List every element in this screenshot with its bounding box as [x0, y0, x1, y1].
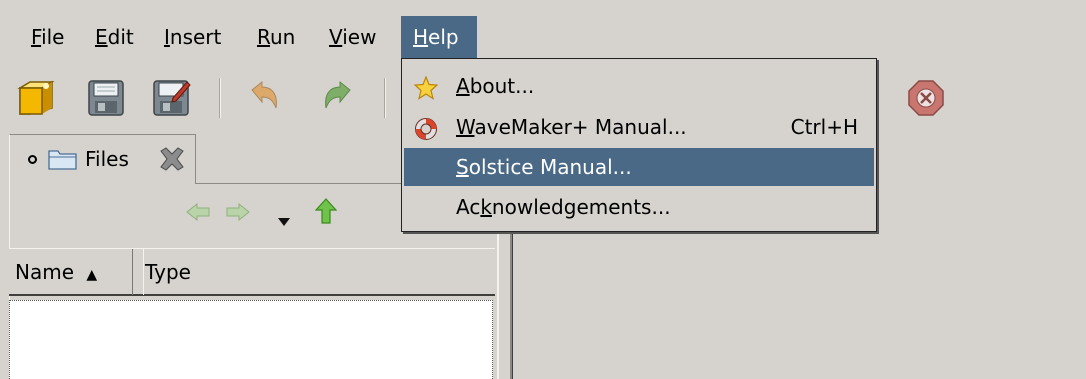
menu-file[interactable]: File	[19, 16, 76, 58]
stop-icon[interactable]	[906, 78, 946, 118]
menu-item-acknowledgements[interactable]: Acknowledgements...	[404, 188, 874, 226]
radio-dot-icon	[28, 155, 37, 164]
save-icon[interactable]	[86, 78, 126, 118]
solstice-text: olstice Manual...	[468, 155, 632, 179]
tab-files[interactable]: Files	[9, 134, 196, 184]
wavemaker-mnemonic: W	[456, 115, 475, 139]
menu-item-wavemaker-manual[interactable]: WaveMaker+ Manual... Ctrl+H	[404, 108, 874, 146]
star-icon	[413, 74, 439, 100]
sort-ascending-icon: ▲	[86, 267, 98, 283]
menu-run-mnemonic: R	[257, 25, 270, 49]
solstice-mnemonic: S	[456, 155, 469, 179]
close-tab-icon[interactable]	[158, 146, 186, 177]
menu-view-mnemonic: V	[329, 25, 343, 49]
dropdown-arrow-icon[interactable]	[277, 208, 291, 232]
up-arrow-icon[interactable]	[314, 198, 338, 229]
menu-item-about-label: About...	[456, 67, 534, 105]
column-header-type[interactable]: Type	[145, 249, 191, 295]
column-type-label: Type	[145, 260, 191, 284]
redo-icon[interactable]	[318, 78, 358, 118]
menu-view[interactable]: View	[317, 16, 388, 58]
save-as-icon[interactable]	[151, 78, 191, 118]
menu-run-label: un	[270, 25, 296, 49]
files-table-header: Name ▲ Type	[9, 248, 495, 296]
ack-mnemonic: k	[480, 195, 492, 219]
ack-text-before: Ac	[456, 195, 481, 219]
menu-edit-label: dit	[107, 25, 134, 49]
lifebuoy-icon	[414, 115, 438, 140]
menu-item-wavemaker-label: WaveMaker+ Manual...	[456, 108, 687, 146]
ack-text-after: nowledgements...	[491, 195, 671, 219]
about-text: bout...	[469, 74, 535, 98]
column-name-label: Name	[15, 260, 75, 284]
file-list[interactable]	[9, 300, 493, 379]
menu-help[interactable]: Help	[401, 16, 477, 58]
menu-item-solstice-manual[interactable]: Solstice Manual...	[404, 148, 874, 186]
menu-file-mnemonic: F	[31, 25, 42, 49]
column-header-name[interactable]: Name ▲	[9, 249, 133, 295]
menu-insert[interactable]: Insert	[152, 16, 233, 58]
forward-arrow-icon[interactable]	[225, 202, 251, 227]
tab-files-label: Files	[85, 147, 129, 171]
undo-icon[interactable]	[244, 78, 284, 118]
menu-help-label: elp	[428, 25, 459, 49]
menu-help-mnemonic: H	[413, 25, 429, 49]
menu-insert-label: nsert	[169, 25, 222, 49]
about-mnemonic: A	[456, 74, 470, 98]
back-arrow-icon[interactable]	[185, 202, 211, 227]
menu-item-solstice-label: Solstice Manual...	[456, 148, 632, 186]
menu-view-label: iew	[342, 25, 377, 49]
wavemaker-text: aveMaker+ Manual...	[474, 115, 687, 139]
folder-icon	[48, 148, 78, 175]
menu-item-about[interactable]: About...	[404, 67, 874, 105]
menu-run[interactable]: Run	[245, 16, 307, 58]
menu-item-acknowledgements-label: Acknowledgements...	[456, 188, 671, 226]
menu-item-wavemaker-shortcut: Ctrl+H	[790, 115, 858, 139]
toolbar-separator	[219, 78, 221, 118]
menu-edit-mnemonic: E	[95, 25, 108, 49]
menu-edit[interactable]: Edit	[83, 16, 146, 58]
menubar: File Edit Insert Run View Help	[0, 16, 1086, 58]
menu-file-label: ile	[41, 25, 65, 49]
help-menu-dropdown: About... WaveMaker+ Manual... Ctrl+H Sol…	[401, 58, 877, 232]
toolbar-separator	[384, 78, 386, 118]
new-project-icon[interactable]	[16, 78, 56, 118]
column-divider	[143, 249, 144, 295]
